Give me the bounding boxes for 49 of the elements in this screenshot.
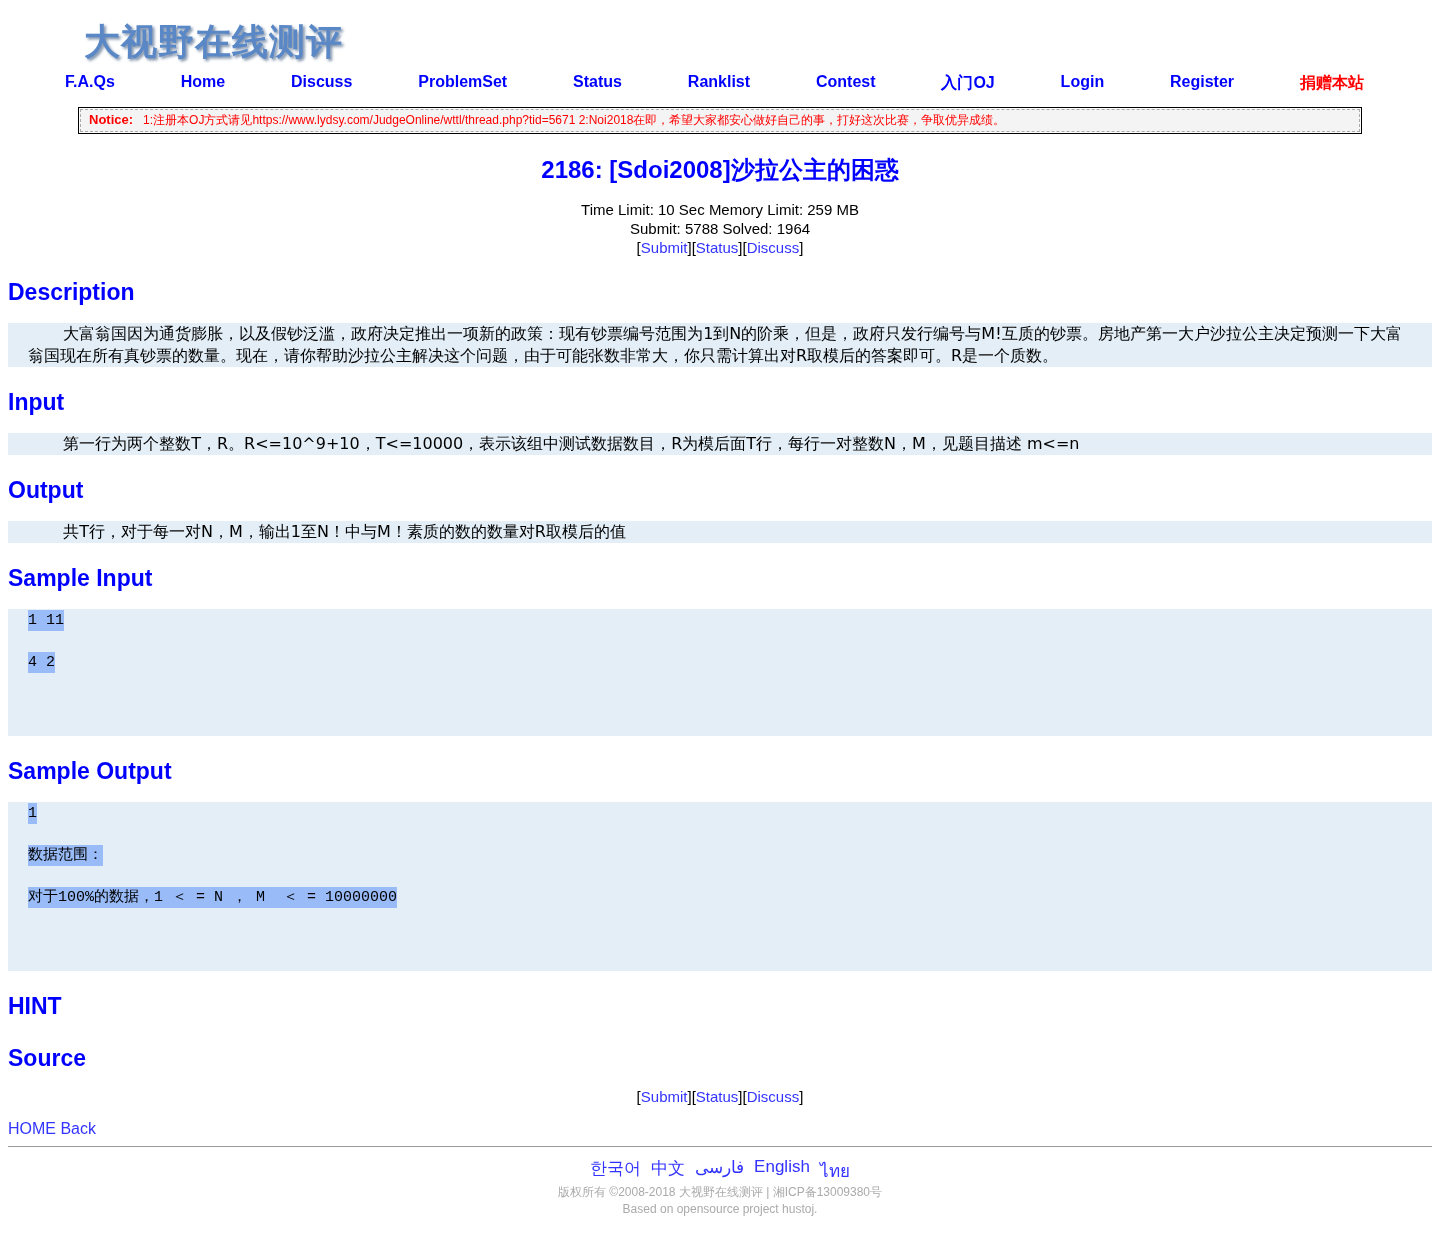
link-bracket: ][ [687,1087,696,1106]
back-link[interactable]: HOME Back [8,1120,96,1137]
language-link[interactable]: فارسی [695,1157,745,1184]
language-link[interactable]: ไทย [819,1157,850,1184]
nav-link[interactable]: Home [180,73,226,94]
section-text: 共T行，对于每一对N，M，输出1至N！中与M！素质的数的数量对R取模后的值 [62,521,627,543]
section-heading: Source [8,1044,86,1073]
nav-link[interactable]: Register [1170,73,1235,94]
link-bracket: ][ [738,238,747,257]
link-bracket: ] [799,238,804,257]
link-bracket: ][ [687,238,696,257]
link-bracket: [ [636,238,641,257]
page-link[interactable]: Submit [640,239,688,256]
nav-link[interactable]: Status [573,73,622,94]
section-heading: Sample Input [8,564,153,593]
page-link[interactable]: Status [695,1088,739,1105]
link-bracket: ] [799,1087,804,1106]
counts-text: Submit: 5788 Solved: 1964 [629,219,811,238]
page-link[interactable]: Status [695,239,739,256]
section-heading: Output [8,476,84,505]
section-heading: Input [8,388,65,417]
nav-link[interactable]: Discuss [291,73,353,94]
section-text: 第一行为两个整数T，R。R<=10^9+10，T<=10000，表示该组中测试数据数目，R为模后面T行，每行一对整数N，M，见题目描述 m<=n [62,433,1081,455]
nav-link[interactable]: Contest [815,73,876,94]
nav-link[interactable]: 捐赠本站 [1299,73,1364,94]
nav-link[interactable]: ProblemSet [418,73,508,94]
notice-label: Notice: [89,112,134,127]
nav-link[interactable]: F.A.Qs [65,73,115,94]
section-heading: Description [8,278,135,307]
section-heading: Sample Output [8,757,172,786]
nav-link[interactable]: Login [1060,73,1105,94]
page-link[interactable]: Submit [640,1088,688,1105]
section-heading: HINT [8,992,62,1021]
limits-text: Time Limit: 10 Sec Memory Limit: 259 MB [581,200,859,219]
based-on-text: Based on opensource project hustoj. [622,1201,818,1218]
page-link[interactable]: Discuss [746,239,800,256]
link-bracket: [ [636,1087,641,1106]
link-bracket: ][ [738,1087,747,1106]
section-text: 大富翁国因为通货膨胀，以及假钞泛滥，政府决定推出一项新的政策：现有钞票编号范围为1到N的阶乘，但是，政府只发行编号与M!互质的钞票。房地产第一大户沙拉公主决定预测一下大富翁国现在所有真钞票的数量。现在，请你帮助沙拉公主解决这个问题，由于可能张数非常大，你只需计算出对R取模后的答案即可。R是一个质数。 [28,323,1403,367]
page-link[interactable]: Discuss [746,1088,800,1105]
nav-link[interactable]: 入门OJ [941,73,995,94]
site-logo[interactable]: 大视野在线测评 [84,18,343,67]
language-link[interactable]: 中文 [651,1157,686,1184]
language-link[interactable]: English [754,1157,810,1184]
language-link[interactable]: 한국어 [590,1157,642,1184]
nav-link[interactable]: Ranklist [687,73,751,94]
notice-text: 1:注册本OJ方式请见https://www.lydsy.com/JudgeOnline/wttl/thread.php?tid=5671 2:Noi2018在即，希望大家都安心做好自己的事，打好这次比赛，争取优异成绩。 [143,113,1006,127]
copyright-text: 版权所有 ©2008-2018 大视野在线测评 | 湘ICP备13009380号 [557,1184,883,1201]
problem-title: 2186: [Sdoi2008]沙拉公主的困惑 [541,155,899,185]
